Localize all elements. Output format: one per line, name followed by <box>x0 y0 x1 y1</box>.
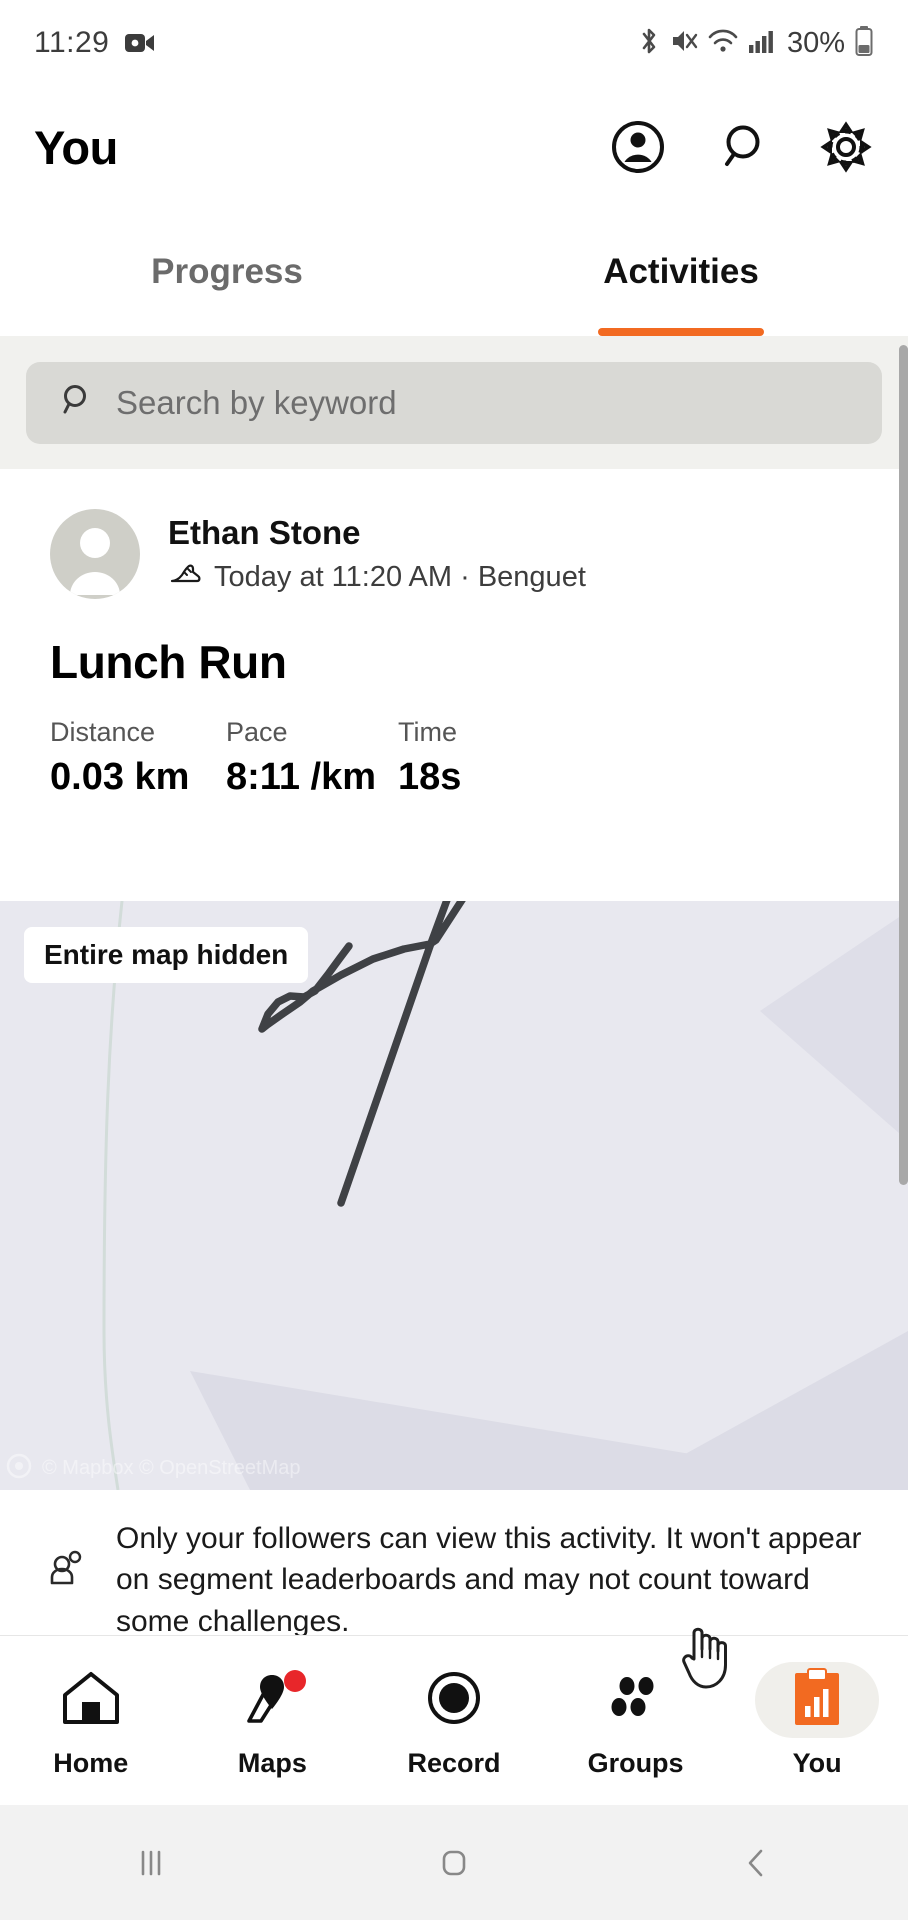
back-chevron-icon[interactable] <box>605 1840 908 1886</box>
volume-mute-icon <box>670 26 698 61</box>
stat-distance-value: 0.03 km <box>50 756 190 798</box>
status-bar: 11:29 30% <box>0 0 908 86</box>
nav-item-you-label: You <box>792 1748 842 1778</box>
nav-item-groups-label: Groups <box>587 1748 684 1778</box>
activity-time-location: Today at 11:20 AM · Benguet <box>214 560 586 593</box>
battery-icon <box>854 25 874 62</box>
privacy-notice-text: Only your followers can view this activi… <box>116 1522 862 1635</box>
activity-stats: Distance 0.03 km Pace 8:11 /km Time 18s <box>0 689 908 833</box>
map-hidden-badge: Entire map hidden <box>24 927 309 983</box>
nav-item-groups[interactable]: Groups <box>545 1662 727 1779</box>
search-input[interactable]: Search by keyword <box>26 361 882 444</box>
tab-active-underline <box>598 328 764 336</box>
cellular-signal-icon <box>748 26 774 61</box>
home-icon <box>60 1669 122 1732</box>
search-icon <box>56 381 94 424</box>
stat-time: Time 18s <box>398 717 461 799</box>
stat-time-label: Time <box>398 717 457 747</box>
stat-distance: Distance 0.03 km <box>50 717 226 799</box>
you-icon-holder <box>755 1662 880 1738</box>
status-bar-indicators: 30% <box>637 25 874 62</box>
bluetooth-icon <box>637 26 661 61</box>
tab-bar: Progress Activities <box>0 208 908 336</box>
tab-progress-label: Progress <box>151 252 303 291</box>
recents-icon[interactable] <box>0 1840 303 1886</box>
activity-meta: Today at 11:20 AM · Benguet <box>168 560 586 595</box>
privacy-notice: Only your followers can view this activi… <box>0 1490 908 1635</box>
activity-title[interactable]: Lunch Run <box>0 599 908 689</box>
activity-card: Ethan Stone Today at 11:20 AM · Benguet … <box>0 469 908 833</box>
nav-item-maps[interactable]: Maps <box>182 1662 364 1779</box>
search-section: Search by keyword <box>0 336 908 469</box>
nav-item-you[interactable]: You <box>726 1662 908 1779</box>
running-shoe-icon <box>168 560 202 595</box>
nav-item-maps-label: Maps <box>237 1748 307 1778</box>
record-icon-holder <box>392 1662 516 1738</box>
activity-header: Ethan Stone Today at 11:20 AM · Benguet <box>0 469 908 599</box>
wifi-icon <box>707 26 739 61</box>
nav-item-home-label: Home <box>53 1748 129 1778</box>
map-attribution[interactable]: © Mapbox © OpenStreetMap <box>6 1453 301 1484</box>
stat-pace: Pace 8:11 /km <box>226 717 398 799</box>
status-bar-time: 11:29 <box>34 26 110 59</box>
tab-activities-label: Activities <box>603 252 759 291</box>
home-icon-holder <box>29 1662 153 1738</box>
activity-map[interactable]: Entire map hidden © Mapbox © OpenStreetM… <box>0 901 908 1490</box>
record-icon <box>423 1669 485 1732</box>
activity-header-text: Ethan Stone Today at 11:20 AM · Benguet <box>168 514 586 595</box>
stat-pace-label: Pace <box>226 717 288 747</box>
tab-activities[interactable]: Activities <box>454 208 908 336</box>
profile-icon[interactable] <box>610 119 666 175</box>
android-navigation-bar <box>0 1805 908 1920</box>
app-root: 11:29 30% You Progress Activities Search… <box>0 0 908 1920</box>
groups-icon <box>605 1669 667 1732</box>
groups-icon-holder <box>574 1662 698 1738</box>
stat-pace-value: 8:11 /km <box>226 756 376 798</box>
map-attribution-text: © Mapbox © OpenStreetMap <box>42 1457 301 1479</box>
nav-item-record[interactable]: Record <box>363 1662 545 1779</box>
gear-icon[interactable] <box>818 119 874 175</box>
battery-percent-label: 30% <box>786 26 845 59</box>
search-icon[interactable] <box>714 119 770 175</box>
video-record-icon <box>125 31 155 55</box>
search-placeholder: Search by keyword <box>116 383 397 421</box>
followers-people-icon <box>48 1548 92 1593</box>
nav-item-record-label: Record <box>407 1748 501 1778</box>
vertical-scrollbar[interactable] <box>899 345 908 1185</box>
avatar[interactable] <box>50 509 140 599</box>
stat-distance-label: Distance <box>50 717 156 747</box>
bottom-navigation: Home Maps Record Groups You <box>0 1635 908 1805</box>
page-header: You <box>0 86 908 208</box>
stat-time-value: 18s <box>398 756 462 798</box>
athlete-name[interactable]: Ethan Stone <box>168 514 586 552</box>
info-circle-icon <box>6 1453 32 1484</box>
nav-item-home[interactable]: Home <box>0 1662 182 1779</box>
maps-icon-holder <box>210 1662 334 1738</box>
clipboard-chart-icon <box>788 1667 846 1734</box>
header-actions <box>610 119 874 175</box>
home-square-icon[interactable] <box>303 1840 606 1886</box>
tab-progress[interactable]: Progress <box>0 208 454 336</box>
page-title: You <box>34 120 118 174</box>
